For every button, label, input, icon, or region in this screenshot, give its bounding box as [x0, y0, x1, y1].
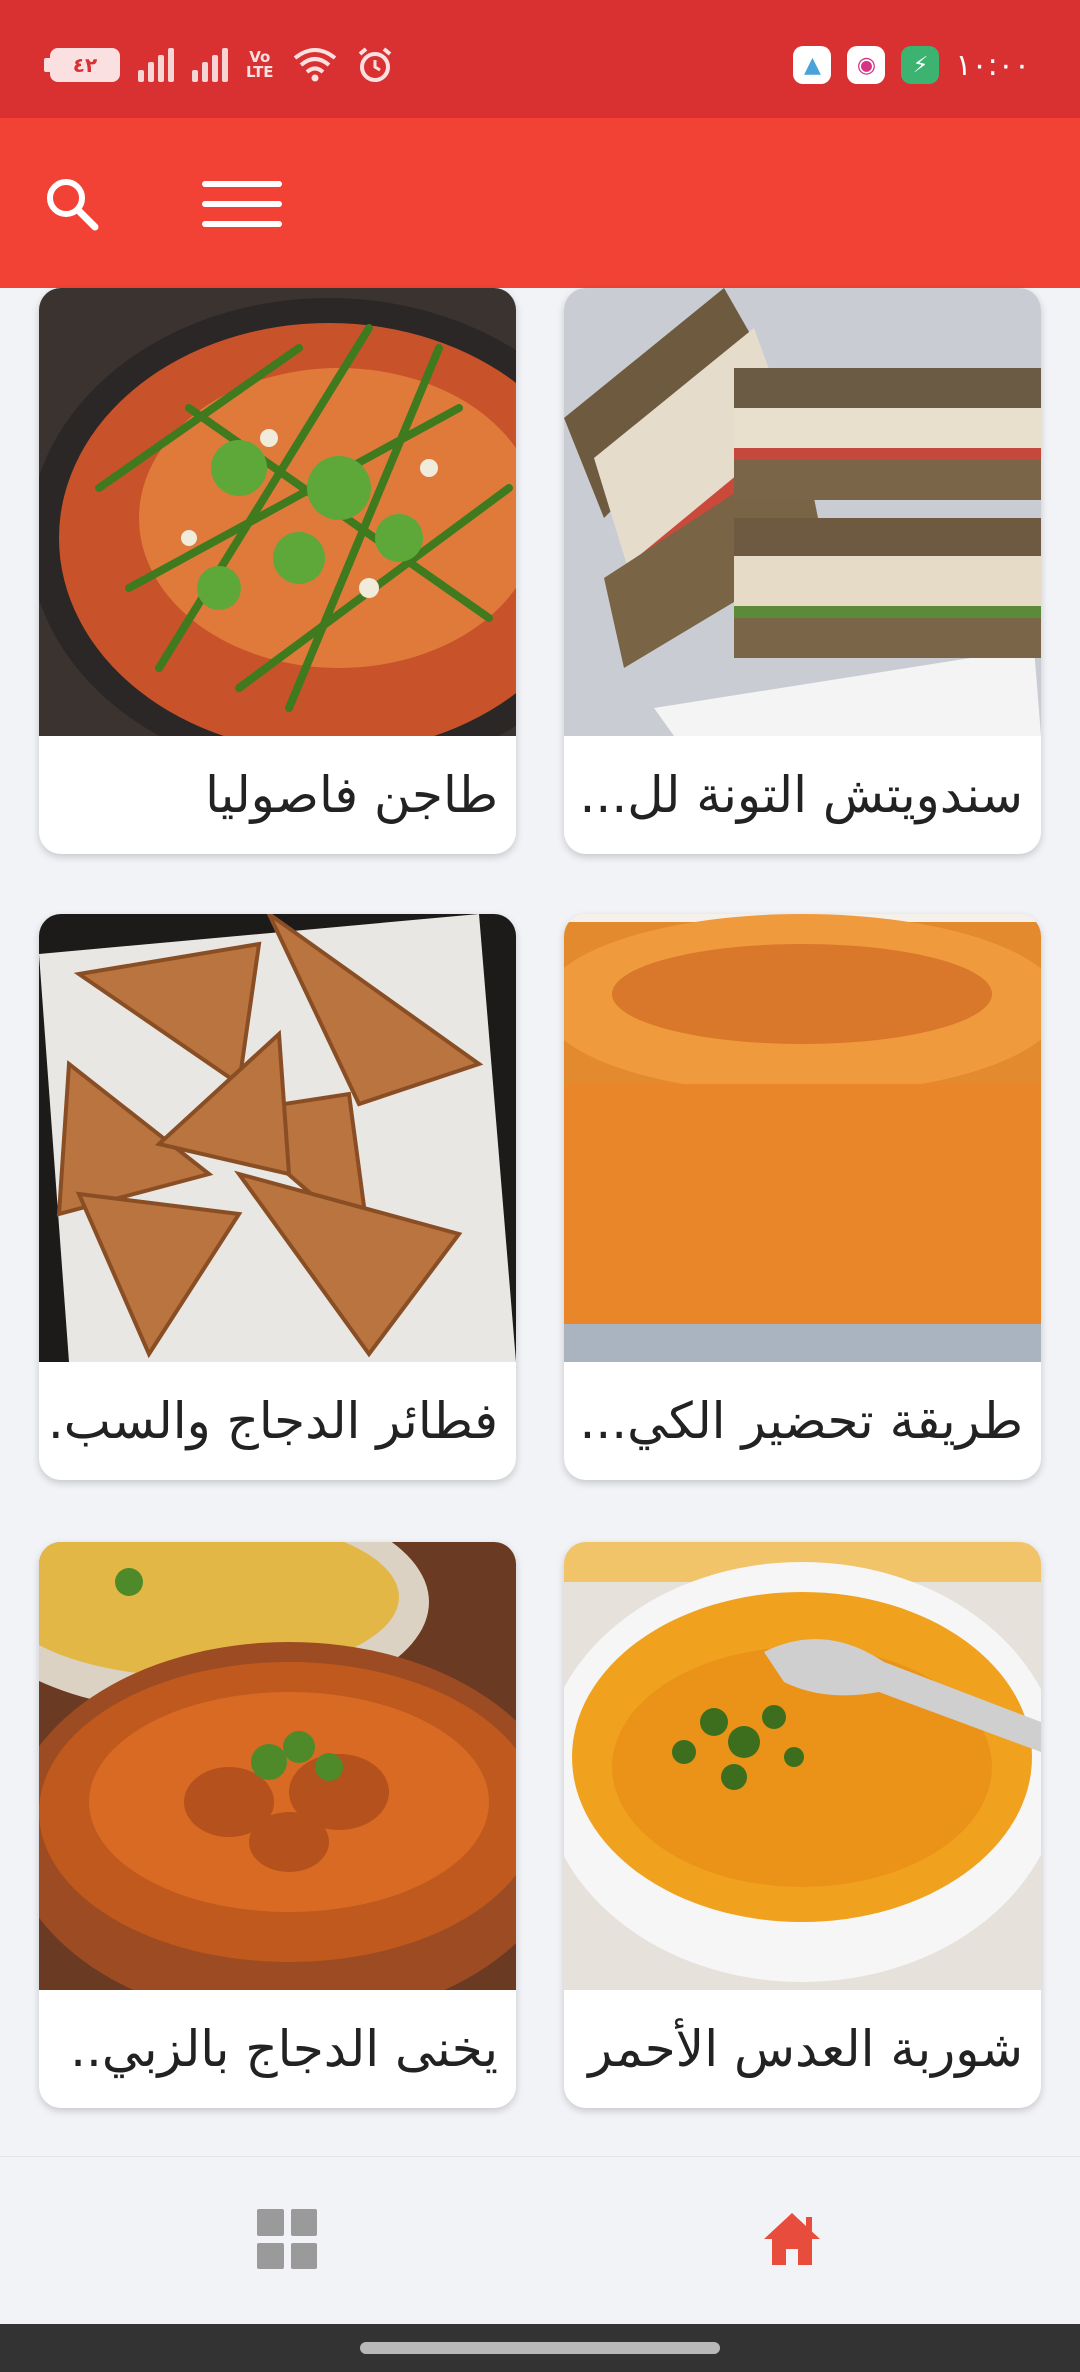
grid-icon[interactable] [257, 2209, 317, 2269]
wifi-icon [293, 48, 336, 82]
home-icon[interactable] [760, 2207, 824, 2271]
chicken-stew-image [39, 1542, 516, 1990]
recipe-title: شوربة العدس الأحمر [588, 2020, 1023, 2078]
signal-icon [138, 48, 174, 82]
recipe-card[interactable]: فطائر الدجاج والسب. [39, 914, 516, 1480]
chicken-pastries-image [39, 914, 516, 1362]
recipe-title: يخنى الدجاج بالزبي.. [70, 2020, 498, 2078]
recipe-card[interactable]: طاجن فاصوليا [39, 288, 516, 854]
tuna-sandwich-image [564, 288, 1041, 736]
battery-icon: ٤٢ [44, 48, 120, 82]
status-bar: ٤٢ Vo LTE ▲ ◉ ⚡ ١٠:٠٠ [0, 0, 1080, 118]
green-beans-tagine-image [39, 288, 516, 736]
hamburger-menu-icon[interactable] [190, 168, 294, 240]
app-toolbar [0, 118, 1080, 288]
shield-icon: ⚡ [901, 46, 940, 84]
volte-icon: Vo LTE [246, 48, 274, 81]
search-button[interactable] [36, 168, 108, 240]
clock: ١٠:٠٠ [955, 47, 1030, 83]
recipe-card[interactable]: طريقة تحضير الكي... [564, 914, 1041, 1480]
app-notification-icon: ◉ [847, 46, 886, 84]
app-notification-icon: ▲ [793, 46, 832, 84]
search-icon [47, 179, 99, 231]
battery-level: ٤٢ [72, 53, 98, 77]
recipe-card[interactable]: يخنى الدجاج بالزبي.. [39, 1542, 516, 2108]
alarm-icon [358, 47, 391, 82]
gesture-bar [0, 2324, 1080, 2372]
recipe-card[interactable]: شوربة العدس الأحمر [564, 1542, 1041, 2108]
recipe-title: طاجن فاصوليا [205, 766, 498, 824]
recipe-title: فطائر الدجاج والسب. [47, 1392, 498, 1450]
recipe-card[interactable]: سندويتش التونة لل... [564, 288, 1041, 854]
orange-cake-image [564, 914, 1041, 1362]
bottom-navigation [0, 2156, 1080, 2324]
recipe-title: سندويتش التونة لل... [579, 766, 1023, 824]
signal-icon [192, 48, 228, 82]
recipe-title: طريقة تحضير الكي... [579, 1392, 1023, 1450]
home-indicator[interactable] [360, 2342, 720, 2354]
lentil-soup-image [564, 1542, 1041, 1990]
